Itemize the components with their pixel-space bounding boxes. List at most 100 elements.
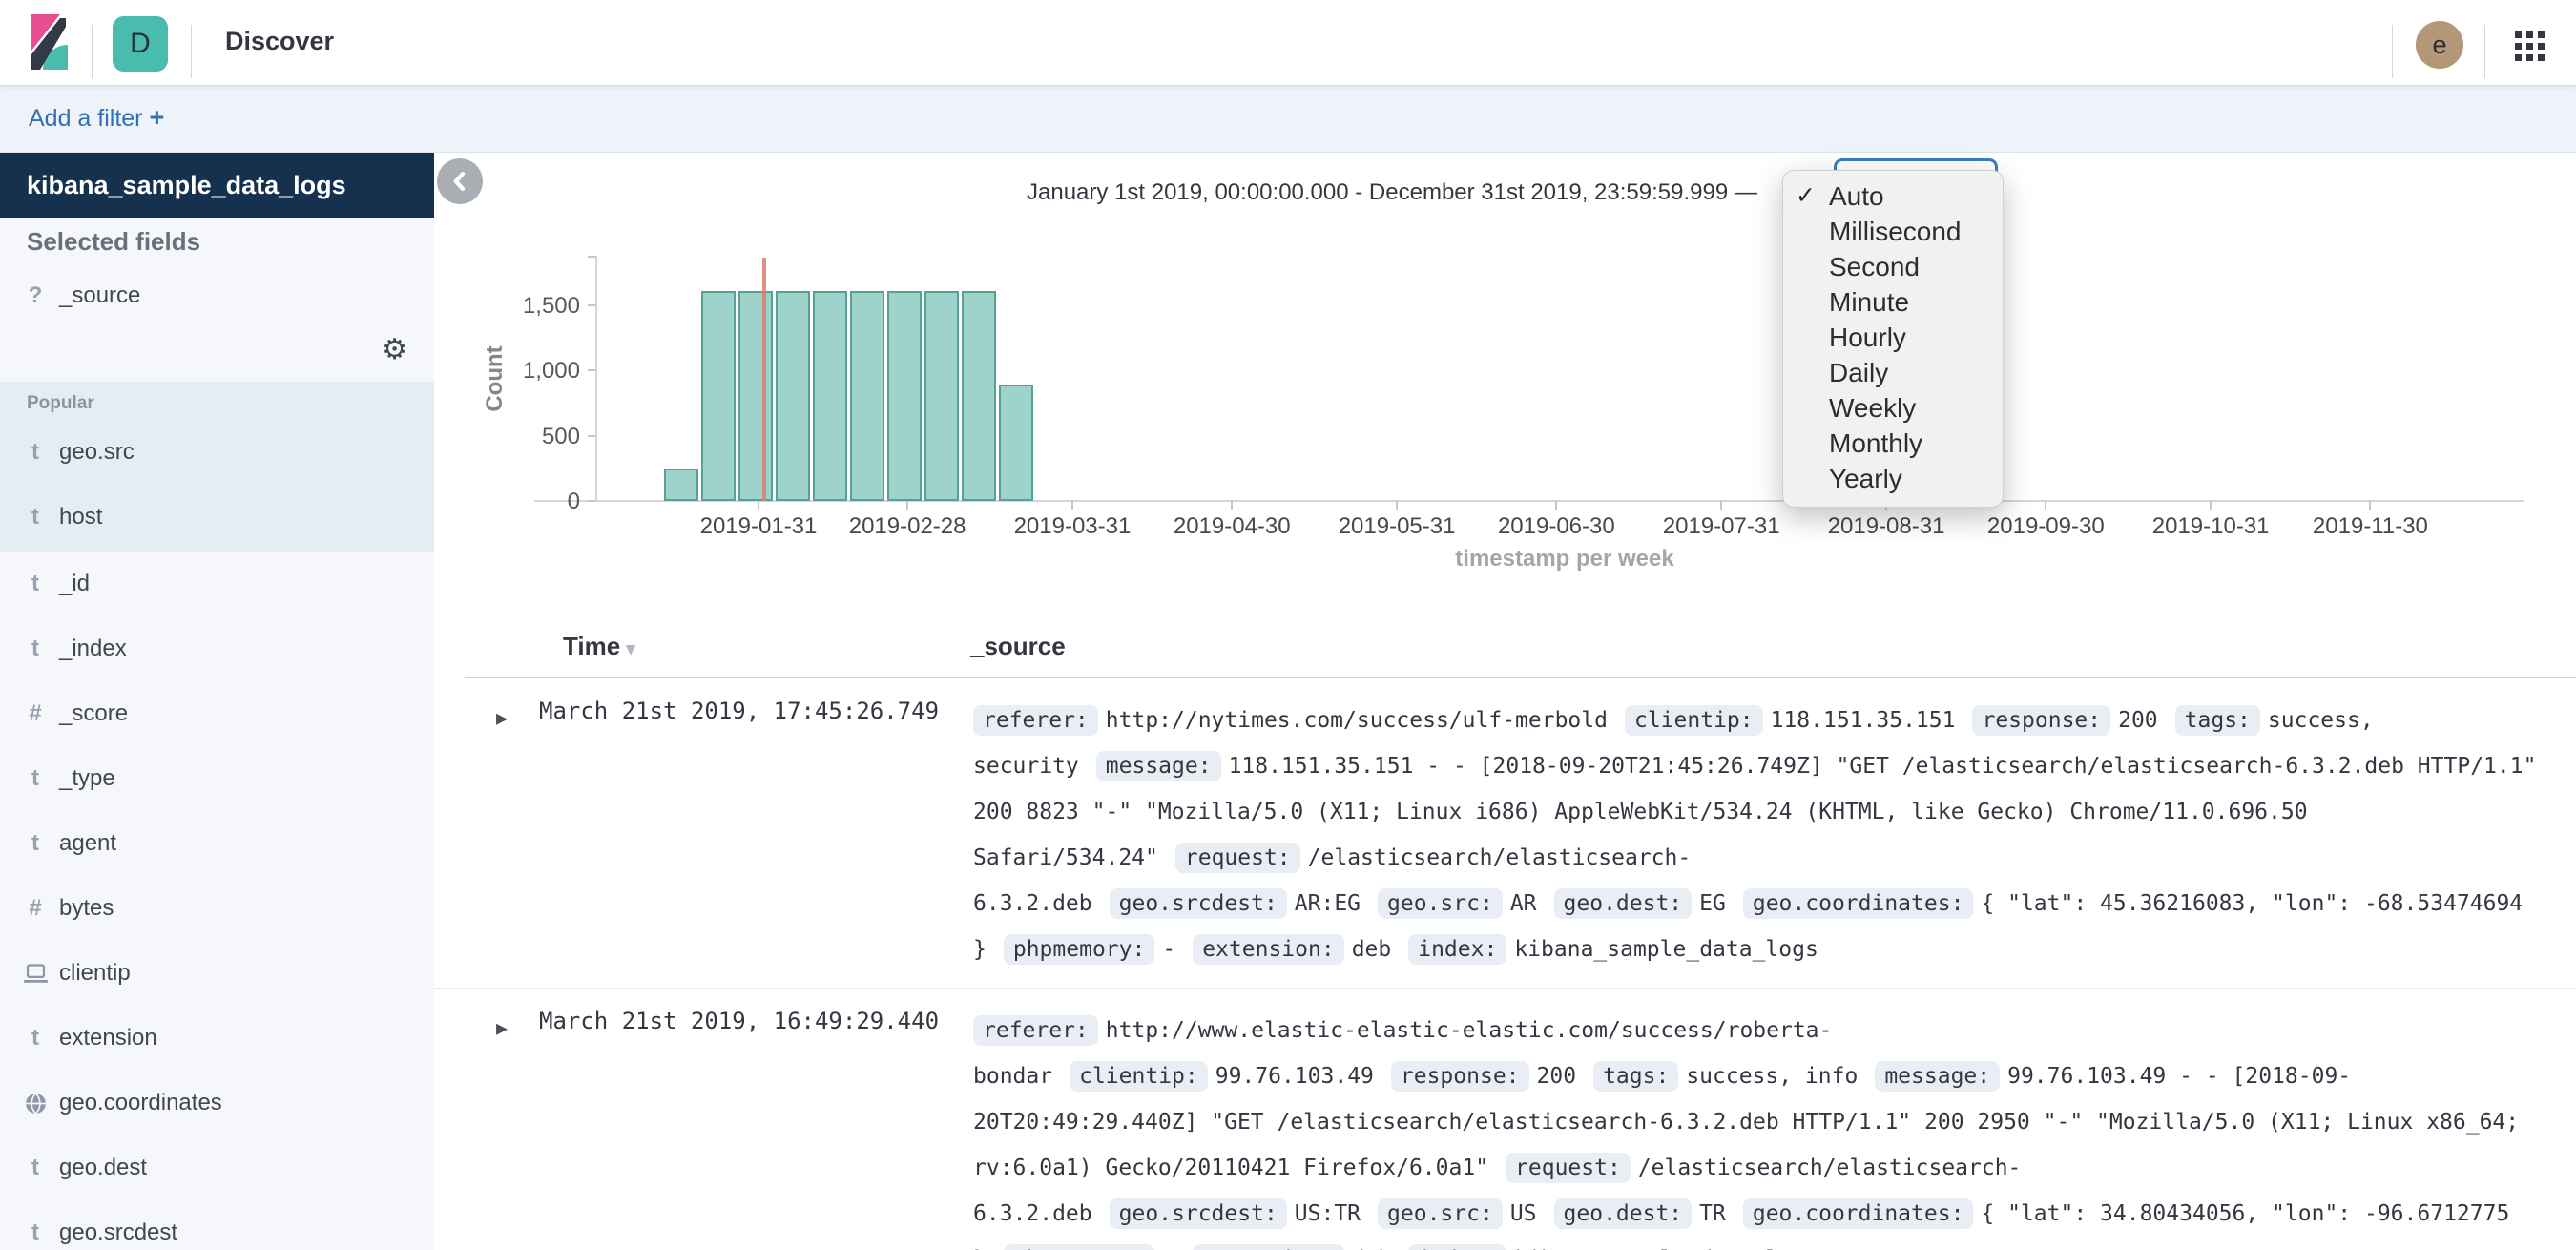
x-tick-mark <box>1231 501 1233 510</box>
field-name-badge: tags: <box>2175 705 2260 736</box>
field-item-extension[interactable]: textension <box>0 1006 434 1071</box>
field-item-geo.src[interactable]: tgeo.src <box>0 420 434 485</box>
geo-field-icon <box>19 1092 52 1115</box>
histogram-bar[interactable] <box>962 291 996 501</box>
nav-divider <box>2392 25 2393 78</box>
doc-timestamp: March 21st 2019, 16:49:29.440 <box>539 1008 964 1034</box>
field-item-bytes[interactable]: #bytes <box>0 876 434 941</box>
histogram-bar[interactable] <box>738 291 773 501</box>
x-tick-mark <box>1396 501 1398 510</box>
field-label: _score <box>59 700 128 727</box>
x-tick-label: 2019-06-30 <box>1475 513 1637 540</box>
field-item-geo.coordinates[interactable]: geo.coordinates <box>0 1071 434 1135</box>
field-name-badge: geo.dest: <box>1554 888 1693 919</box>
user-avatar[interactable]: e <box>2416 21 2463 69</box>
apps-menu-icon[interactable] <box>2515 31 2545 61</box>
discover-app-icon[interactable]: D <box>113 16 168 72</box>
field-item-host[interactable]: thost <box>0 485 434 550</box>
x-tick-label: 2019-05-31 <box>1316 513 1478 540</box>
histogram-bar[interactable] <box>999 385 1033 501</box>
field-name-badge: request: <box>1175 843 1300 873</box>
field-value: TR <box>1699 1201 1726 1226</box>
field-item-_id[interactable]: t_id <box>0 552 434 616</box>
doc-timestamp: March 21st 2019, 17:45:26.749 <box>539 698 964 724</box>
selected-fields-heading: Selected fields <box>27 227 200 257</box>
index-pattern-title[interactable]: kibana_sample_data_logs <box>0 153 434 218</box>
field-name-badge: response: <box>1391 1061 1529 1092</box>
text-field-icon: t <box>19 571 52 597</box>
collapse-sidebar-button[interactable] <box>437 158 483 204</box>
field-value: US:TR <box>1295 1201 1361 1226</box>
menu-item-hourly[interactable]: Hourly <box>1783 320 2003 355</box>
field-name-badge: geo.coordinates: <box>1743 888 1974 919</box>
nav-divider <box>191 25 192 78</box>
text-field-icon: t <box>19 635 52 662</box>
field-label: geo.dest <box>59 1155 147 1181</box>
field-label: agent <box>59 830 116 857</box>
field-value: AR:EG <box>1295 891 1361 916</box>
field-label: _type <box>59 765 115 792</box>
field-name-badge: geo.srcdest: <box>1110 1198 1287 1229</box>
field-value: EG <box>1699 891 1726 916</box>
filter-bar: Add a filter + <box>0 86 2576 153</box>
field-value: http://nytimes.com/success/ulf-merbold <box>1106 708 1608 733</box>
menu-item-auto[interactable]: ✓Auto <box>1783 178 2003 214</box>
field-item-_source[interactable]: ?_source <box>0 267 434 324</box>
histogram-bar[interactable] <box>924 291 959 501</box>
gear-icon[interactable]: ⚙ <box>382 336 407 365</box>
menu-item-yearly[interactable]: Yearly <box>1783 461 2003 496</box>
popular-heading: Popular <box>27 393 94 414</box>
menu-item-weekly[interactable]: Weekly <box>1783 390 2003 426</box>
histogram-bar[interactable] <box>664 469 698 501</box>
menu-item-minute[interactable]: Minute <box>1783 284 2003 320</box>
field-item-geo.srcdest[interactable]: tgeo.srcdest <box>0 1200 434 1250</box>
field-item-_index[interactable]: t _index <box>0 616 434 681</box>
plus-icon: + <box>149 103 164 132</box>
y-tick-label: 0 <box>475 489 580 515</box>
field-name-badge: geo.src: <box>1378 1198 1503 1229</box>
x-tick-mark <box>1720 501 1722 510</box>
menu-item-daily[interactable]: Daily <box>1783 355 2003 390</box>
field-name-badge: extension: <box>1193 934 1343 965</box>
column-header-time[interactable]: Time▾ <box>563 632 635 661</box>
menu-item-millisecond[interactable]: Millisecond <box>1783 214 2003 249</box>
kibana-logo-icon[interactable] <box>31 14 69 74</box>
fields-sidebar: kibana_sample_data_logs Selected fields … <box>0 153 434 1250</box>
x-tick-mark <box>1071 501 1073 510</box>
menu-item-monthly[interactable]: Monthly <box>1783 426 2003 461</box>
x-tick-mark <box>906 501 908 510</box>
field-item-agent[interactable]: tagent <box>0 811 434 876</box>
expand-row-icon[interactable]: ▸ <box>496 707 508 730</box>
x-tick-mark <box>1555 501 1557 510</box>
text-field-icon: t <box>19 1155 52 1181</box>
column-header-source: _source <box>970 632 1066 661</box>
y-tick-mark <box>588 304 596 306</box>
histogram-bar[interactable] <box>850 291 884 501</box>
field-label: geo.coordinates <box>59 1090 222 1116</box>
field-item-_type[interactable]: t_type <box>0 746 434 811</box>
menu-item-second[interactable]: Second <box>1783 249 2003 284</box>
field-label: _index <box>59 635 127 662</box>
field-value: - <box>1162 937 1175 962</box>
histogram-bar[interactable] <box>887 291 922 501</box>
histogram-bar[interactable] <box>701 291 736 501</box>
field-item-clientip[interactable]: clientip <box>0 941 434 1006</box>
time-range-label: January 1st 2019, 00:00:00.000 - Decembe… <box>1027 179 1757 206</box>
field-item-_score[interactable]: #_score <box>0 681 434 746</box>
x-tick-mark <box>2210 501 2212 510</box>
x-tick-label: 2019-11-30 <box>2289 513 2451 540</box>
expand-row-icon[interactable]: ▸ <box>496 1017 508 1040</box>
histogram-bar[interactable] <box>776 291 810 501</box>
field-value: 118.151.35.151 <box>1771 708 1956 733</box>
add-filter-button[interactable]: Add a filter + <box>29 103 164 133</box>
field-name-badge: clientip: <box>1625 705 1763 736</box>
field-label: geo.src <box>59 439 135 466</box>
x-axis-title: timestamp per week <box>1374 546 1755 573</box>
field-value: 200 <box>1537 1064 1577 1089</box>
field-item-geo.dest[interactable]: t geo.dest <box>0 1135 434 1200</box>
x-tick-mark <box>758 501 759 510</box>
checkmark-icon: ✓ <box>1796 178 1816 214</box>
popular-fields-list: tgeo.srcthost <box>0 420 434 550</box>
doc-table-header: Time▾ _source <box>465 620 2576 678</box>
histogram-bar[interactable] <box>813 291 847 501</box>
